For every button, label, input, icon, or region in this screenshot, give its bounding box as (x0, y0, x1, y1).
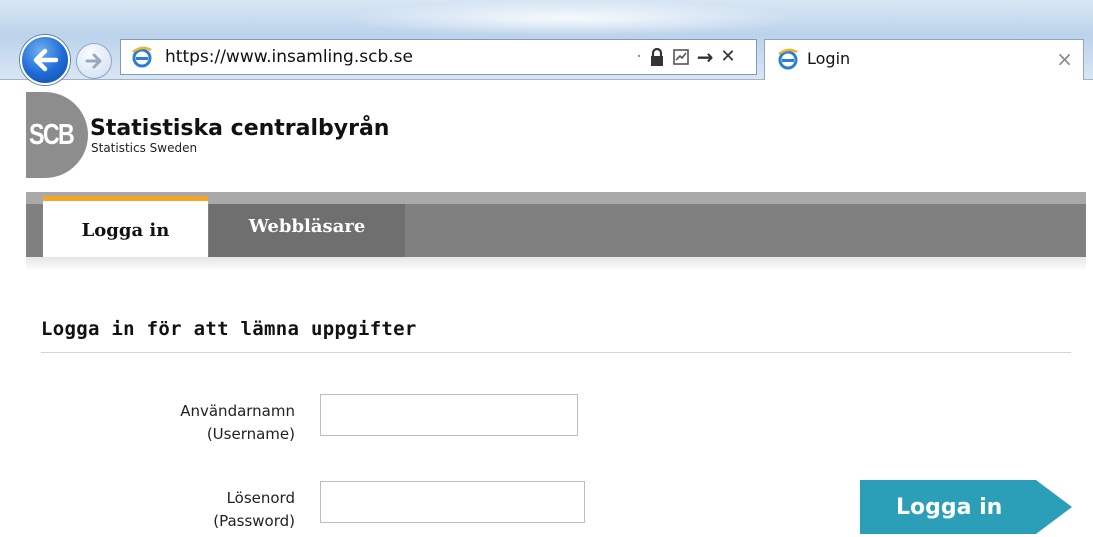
login-button[interactable]: Logga in (860, 480, 1072, 534)
username-label-line1: Användarnamn (180, 402, 295, 420)
go-arrow-icon[interactable]: → (697, 46, 714, 68)
password-label-line1: Lösenord (226, 489, 295, 507)
password-field[interactable] (320, 481, 585, 523)
username-field[interactable] (320, 394, 578, 436)
back-button[interactable] (20, 35, 70, 85)
tab-logga-in[interactable]: Logga in (43, 196, 208, 257)
password-label: Lösenord (Password) (125, 487, 295, 533)
logo-text: SCB (29, 118, 75, 151)
main-nav: Logga in Webbläsare (26, 192, 1086, 257)
scb-logo[interactable]: SCB (26, 92, 88, 178)
address-bar[interactable]: https://www.insamling.scb.se · → ✕ (120, 39, 757, 75)
org-subtitle: Statistics Sweden (91, 141, 198, 155)
address-tools: · → ✕ (636, 46, 736, 68)
tab-close-icon[interactable]: × (1056, 47, 1073, 71)
back-arrow-icon (33, 48, 59, 72)
login-button-label: Logga in (896, 494, 1003, 520)
dot-separator: · (636, 46, 642, 67)
username-label-line2: (Username) (206, 425, 295, 443)
toolbar-highlight (340, 0, 800, 36)
heading-divider (41, 352, 1071, 353)
tab-title: Login (807, 49, 851, 68)
org-name: Statistiska centralbyrån (90, 116, 390, 141)
lock-icon[interactable] (649, 47, 665, 67)
stop-icon[interactable]: ✕ (721, 46, 736, 68)
username-label: Användarnamn (Username) (125, 400, 295, 446)
tab-webblasare[interactable]: Webbläsare (209, 204, 405, 257)
tab-label: Logga in (81, 219, 170, 241)
forward-arrow-icon (85, 53, 102, 69)
browser-tab[interactable]: Login × (764, 39, 1084, 80)
tab-label: Webbläsare (248, 216, 366, 237)
password-label-line2: (Password) (213, 512, 295, 530)
browser-toolbar: https://www.insamling.scb.se · → ✕ Login… (0, 0, 1093, 85)
url-text[interactable]: https://www.insamling.scb.se (165, 47, 413, 67)
compatibility-view-icon[interactable] (672, 48, 690, 66)
ie-logo-icon (132, 46, 152, 68)
page-title: Logga in för att lämna uppgifter (41, 318, 417, 340)
ie-logo-icon (778, 48, 798, 70)
nav-shadow (26, 257, 1086, 271)
forward-button[interactable] (76, 43, 112, 79)
